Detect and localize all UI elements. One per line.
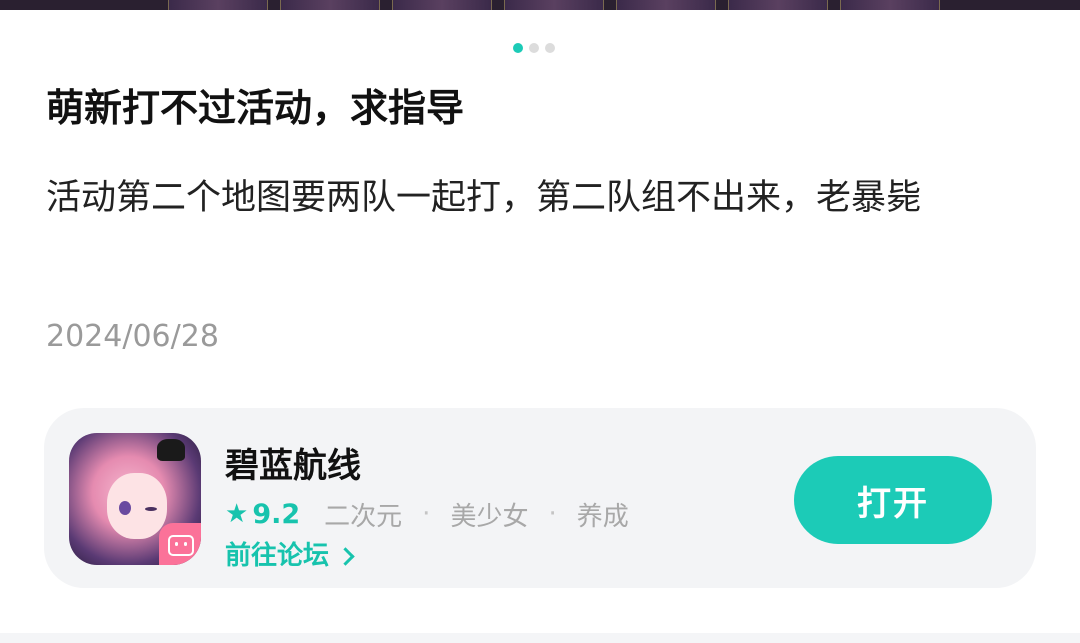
- bilibili-badge-icon: [159, 523, 201, 565]
- app-meta-row: ★ 9.2 二次元 · 美少女 · 养成: [225, 494, 629, 534]
- carousel-dot[interactable]: [529, 43, 539, 53]
- previous-content-strip: [0, 0, 1080, 10]
- post-body: 活动第二个地图要两队一起打，第二队组不出来，老暴毙: [46, 178, 922, 218]
- thumbnail-strip-item: [728, 0, 828, 10]
- tag-separator: ·: [422, 499, 431, 529]
- thumbnail-strip-item: [280, 0, 380, 10]
- character-eye: [119, 501, 131, 515]
- thumbnail-strip-item: [168, 0, 268, 10]
- app-tag: 二次元: [324, 501, 403, 532]
- carousel-dot[interactable]: [545, 43, 555, 53]
- post-date: 2024/06/28: [46, 319, 219, 354]
- app-tag: 美少女: [450, 501, 529, 532]
- post-title: 萌新打不过活动，求指导: [46, 86, 465, 130]
- carousel-dot-active[interactable]: [513, 43, 523, 53]
- forum-link-label: 前往论坛: [225, 541, 330, 571]
- go-to-forum-link[interactable]: 前往论坛: [225, 538, 355, 574]
- app-icon[interactable]: [69, 433, 201, 565]
- thumbnail-strip-item: [616, 0, 716, 10]
- carousel-indicator: [513, 43, 555, 53]
- app-card[interactable]: 碧蓝航线 ★ 9.2 二次元 · 美少女 · 养成 前往论坛 打开: [44, 408, 1036, 588]
- tv-icon: [168, 535, 194, 556]
- app-rating: 9.2: [252, 498, 301, 530]
- thumbnail-strip-item: [504, 0, 604, 10]
- chevron-right-icon: [336, 546, 355, 566]
- thumbnail-strip-item: [392, 0, 492, 10]
- post-page: 萌新打不过活动，求指导 活动第二个地图要两队一起打，第二队组不出来，老暴毙 20…: [0, 10, 1080, 633]
- tag-separator: ·: [548, 499, 557, 529]
- star-icon: ★: [225, 499, 249, 529]
- open-app-button[interactable]: 打开: [794, 456, 992, 544]
- section-divider: [0, 633, 1080, 643]
- character-ribbon: [157, 439, 185, 461]
- app-tag: 养成: [576, 501, 629, 532]
- app-name[interactable]: 碧蓝航线: [225, 444, 361, 488]
- character-eye-wink: [145, 507, 157, 511]
- character-face: [107, 473, 167, 539]
- thumbnail-strip-item: [840, 0, 940, 10]
